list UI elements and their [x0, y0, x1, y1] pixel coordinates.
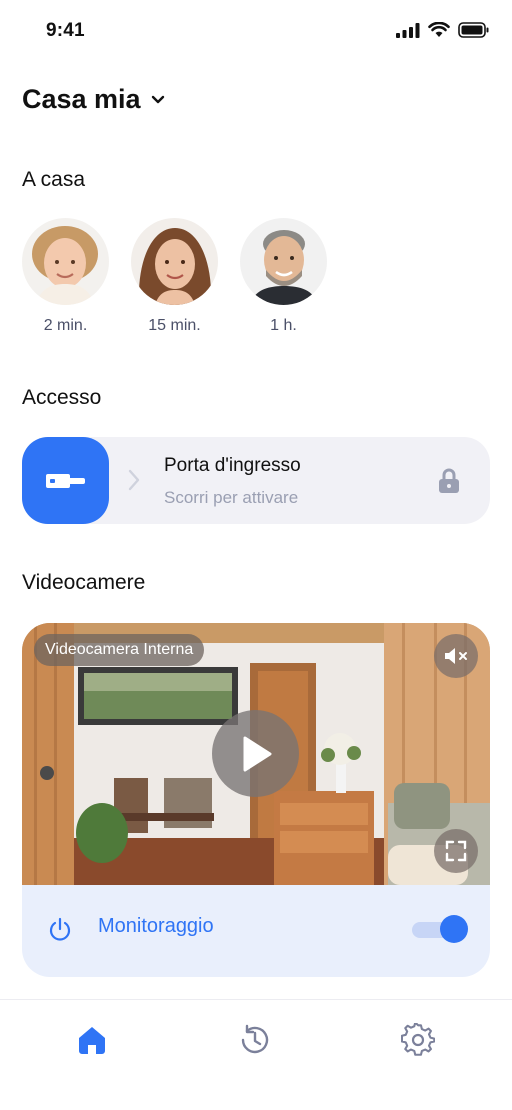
door-access-slider[interactable]: Porta d'ingresso Scorri per attivare — [22, 437, 490, 524]
person-time: 2 min. — [43, 317, 88, 334]
avatar — [131, 218, 218, 305]
mute-button[interactable] — [434, 634, 478, 678]
tab-bar — [0, 999, 512, 1110]
slide-handle[interactable] — [22, 437, 109, 524]
tab-settings[interactable] — [398, 1020, 438, 1060]
camera-card: Videocamera Interna Monitoraggio — [22, 623, 490, 977]
person-time: 15 min. — [148, 317, 201, 334]
signal-icon — [396, 22, 420, 38]
power-icon — [49, 917, 71, 941]
fullscreen-icon — [445, 840, 467, 862]
home-icon — [79, 1027, 105, 1054]
people-list: 2 min. 15 min. 1 h. — [22, 218, 327, 335]
monitoring-label: Monitoraggio — [98, 915, 214, 937]
slide-hint: Scorri per attivare — [164, 488, 299, 507]
access-section-title: Accesso — [22, 386, 102, 409]
monitoring-row: Monitoraggio — [22, 885, 490, 977]
fullscreen-button[interactable] — [434, 829, 478, 873]
home-name: Casa mia — [22, 84, 141, 114]
avatar — [22, 218, 109, 305]
history-icon — [241, 1024, 269, 1054]
toggle-knob — [440, 915, 468, 943]
tab-history[interactable] — [235, 1020, 275, 1060]
person-time: 1 h. — [270, 317, 297, 334]
camera-name: Videocamera Interna — [34, 634, 205, 666]
play-icon — [243, 736, 271, 771]
avatar — [240, 218, 327, 305]
tab-home[interactable] — [72, 1020, 112, 1060]
cameras-section-title: Videocamere — [22, 571, 146, 594]
person-man[interactable]: 1 h. — [240, 218, 327, 335]
status-time: 9:41 — [46, 20, 85, 41]
battery-icon — [458, 22, 489, 38]
chevron-right-icon — [128, 469, 140, 491]
lock-icon — [439, 468, 459, 493]
person-woman[interactable]: 15 min. — [131, 218, 218, 335]
settings-icon — [401, 1023, 435, 1056]
person-child[interactable]: 2 min. — [22, 218, 109, 335]
wifi-icon — [428, 22, 450, 37]
play-button[interactable] — [212, 710, 299, 797]
people-section-title: A casa — [22, 168, 86, 191]
camera-feed[interactable]: Videocamera Interna — [22, 623, 490, 885]
home-selector[interactable]: Casa mia — [22, 84, 165, 115]
monitoring-toggle[interactable] — [412, 915, 468, 943]
speaker-muted-icon — [445, 648, 467, 664]
door-lock-icon — [45, 473, 85, 488]
chevron-down-icon — [151, 95, 164, 103]
door-name: Porta d'ingresso — [164, 455, 301, 476]
status-icons — [396, 22, 490, 38]
